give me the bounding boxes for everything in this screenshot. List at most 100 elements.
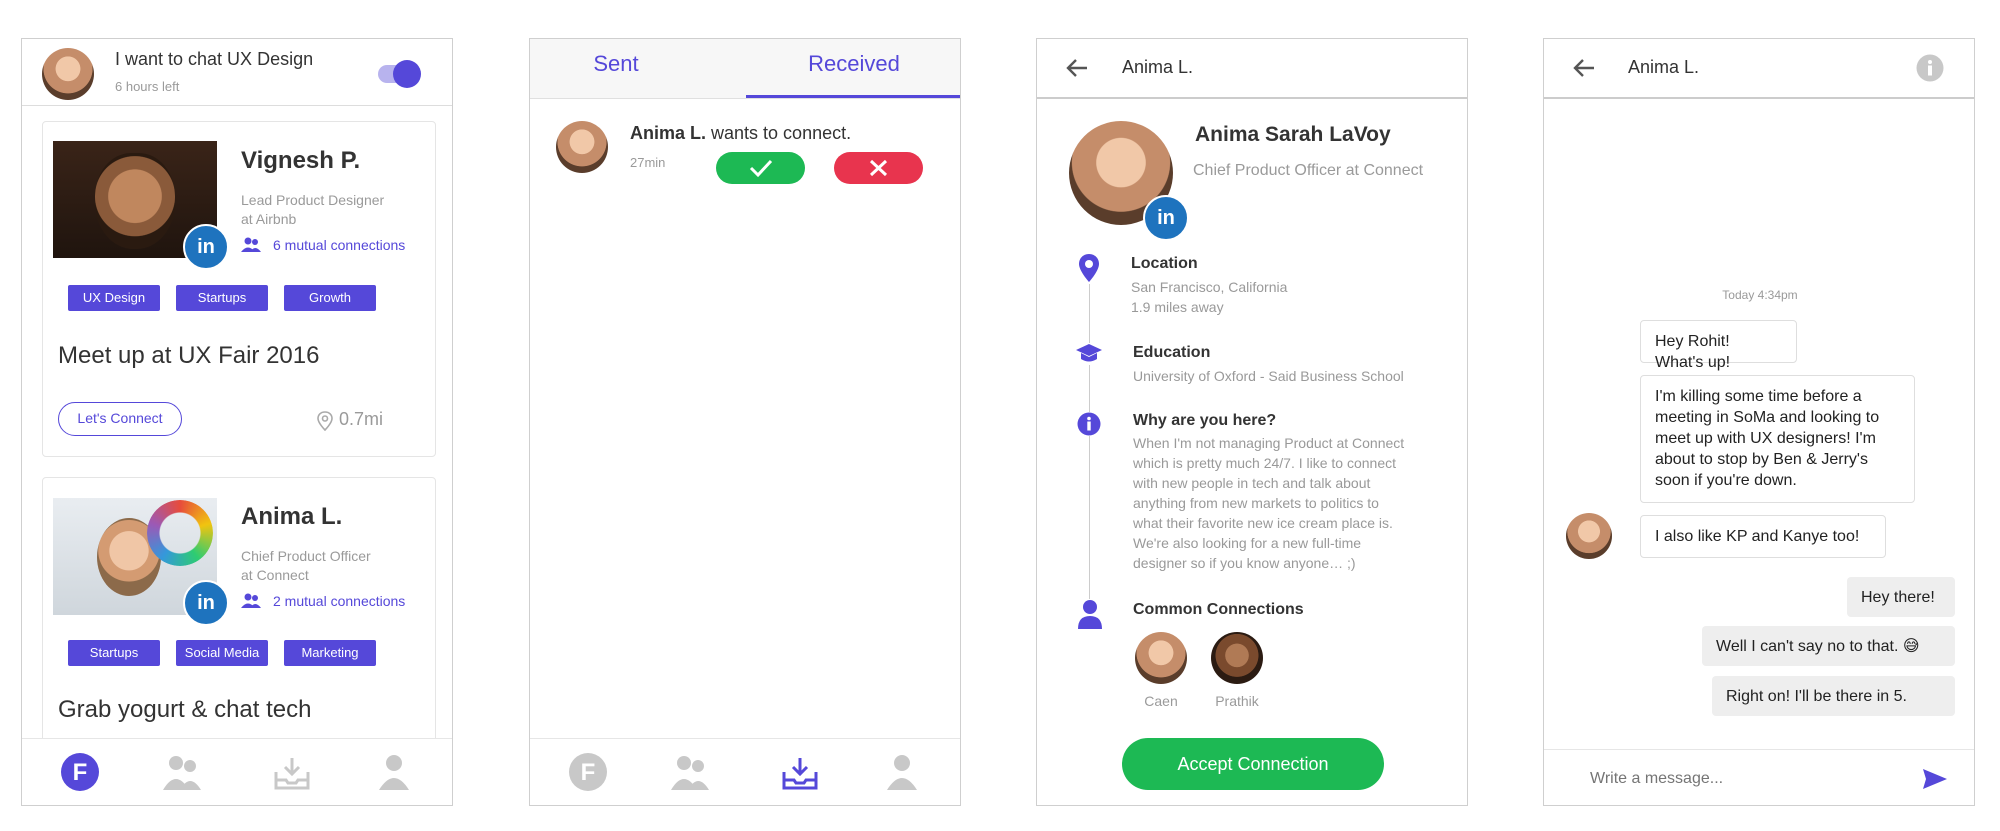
chat-header: Anima L. [1544,39,1974,99]
feed-screen: I want to chat UX Design 6 hours left in… [21,38,453,806]
active-tab-indicator [746,95,960,98]
linkedin-icon[interactable]: in [183,580,229,626]
message-received: I'm killing some time before a meeting i… [1640,375,1915,503]
availability-toggle[interactable] [378,60,421,88]
info-icon[interactable] [1916,54,1944,82]
chat-timestamp: Today 4:34pm [1722,288,1798,302]
message-sent: Hey there! [1847,577,1955,617]
user-avatar[interactable] [42,48,94,100]
connection-avatar[interactable] [1135,632,1187,684]
why-title: Why are you here? [1133,412,1277,429]
home-f-icon[interactable]: F [60,752,100,792]
home-f-icon[interactable]: F [568,752,608,792]
check-icon [749,159,773,178]
sender-avatar[interactable] [1566,513,1612,559]
close-icon [869,159,888,177]
header-name: Anima L. [1628,57,1700,77]
card-headline: Grab yogurt & chat tech [58,696,312,723]
group-icon[interactable] [162,752,202,792]
info-icon [1077,412,1101,436]
back-arrow-icon[interactable] [1572,57,1596,79]
mutual-connections-link[interactable]: 2 mutual connections [273,593,405,609]
location-line2: 1.9 miles away [1131,299,1224,315]
card-name: Vignesh P. [241,147,361,174]
linkedin-icon[interactable]: in [183,224,229,270]
connection-name: Prathik [1215,693,1259,709]
svg-text:F: F [73,759,88,786]
card-role-line2: at Connect [241,567,309,583]
connection-avatar[interactable] [1211,632,1263,684]
person-icon[interactable] [374,752,414,792]
profile-card[interactable]: in Vignesh P. Lead Product Designer at A… [42,121,436,457]
full-name: Anima Sarah LaVoy [1195,123,1391,146]
status-subtitle: 6 hours left [115,79,180,94]
tag-chip[interactable]: Marketing [284,640,376,666]
accept-connection-button[interactable]: Accept Connection [1122,738,1384,790]
request-action: wants to connect. [706,123,852,143]
request-time: 27min [630,155,666,170]
requests-screen: Sent Received Anima L. wants to connect.… [529,38,961,806]
education-body: University of Oxford - Said Business Sch… [1133,368,1404,384]
header-name: Anima L. [1122,57,1194,77]
tag-chip[interactable]: Startups [68,640,160,666]
tag-chip[interactable]: UX Design [68,285,160,311]
person-icon [1077,599,1103,629]
inbox-icon[interactable] [272,752,312,792]
linkedin-icon[interactable]: in [1143,195,1189,241]
card-role-line1: Chief Product Officer [241,548,371,564]
card-role-line2: at Airbnb [241,211,297,227]
profile-screen: Anima L. in Anima Sarah LaVoy Chief Prod… [1036,38,1468,806]
requester-avatar[interactable] [556,121,608,173]
lets-connect-button[interactable]: Let's Connect [58,402,182,436]
why-line: anything from new markets to politics to [1133,495,1379,511]
decline-button[interactable] [834,152,923,184]
why-line: When I'm not managing Product at Connect [1133,435,1405,451]
chat-screen: Anima L. Today 4:34pm Hey Rohit! What's … [1543,38,1975,806]
message-sent: Right on! I'll be there in 5. [1712,676,1955,716]
status-header: I want to chat UX Design 6 hours left [22,39,452,106]
why-line: designer so if you know anyone… ;) [1133,555,1356,571]
graduation-icon [1075,343,1103,365]
distance-label: 0.7mi [339,409,384,429]
people-icon [241,237,261,258]
message-composer [1544,749,1974,805]
why-line: which is pretty much 24/7. I like to con… [1133,455,1397,471]
back-arrow-icon[interactable] [1065,57,1089,79]
accept-button[interactable] [716,152,805,184]
tab-received[interactable]: Received [746,51,960,77]
pin-icon [1078,253,1100,283]
send-icon[interactable] [1922,767,1948,791]
education-title: Education [1133,344,1211,361]
bottom-nav: F [530,738,960,805]
tag-chip[interactable]: Growth [284,285,376,311]
inbox-icon[interactable] [780,752,820,792]
common-title: Common Connections [1133,601,1304,618]
connection-name: Caen [1144,693,1178,709]
tag-chip[interactable]: Social Media [176,640,268,666]
requester-name[interactable]: Anima L. [630,123,706,143]
toggle-knob [393,60,421,88]
message-input[interactable] [1588,764,1892,794]
request-text: Anima L. wants to connect. [630,123,851,144]
card-name: Anima L. [241,503,343,530]
profile-title: Chief Product Officer at Connect [1193,162,1424,179]
tag-chip[interactable]: Startups [176,285,268,311]
card-headline: Meet up at UX Fair 2016 [58,342,320,369]
tab-sent[interactable]: Sent [530,51,702,77]
status-title: I want to chat UX Design [115,49,314,69]
svg-text:F: F [581,759,596,786]
person-icon[interactable] [882,752,922,792]
profile-header: Anima L. [1037,39,1467,99]
pin-icon [317,411,333,436]
message-received: I also like KP and Kanye too! [1640,515,1886,558]
why-line: We're also looking for a new full-time [1133,535,1362,551]
mutual-connections-link[interactable]: 6 mutual connections [273,237,405,253]
card-role-line1: Lead Product Designer [241,192,385,208]
why-line: with new people in tech and talk about [1133,475,1371,491]
group-icon[interactable] [670,752,710,792]
people-icon [241,593,261,614]
location-title: Location [1131,255,1198,272]
location-line1: San Francisco, California [1131,279,1288,295]
timeline-line [1089,284,1090,629]
bottom-nav: F [22,738,452,805]
